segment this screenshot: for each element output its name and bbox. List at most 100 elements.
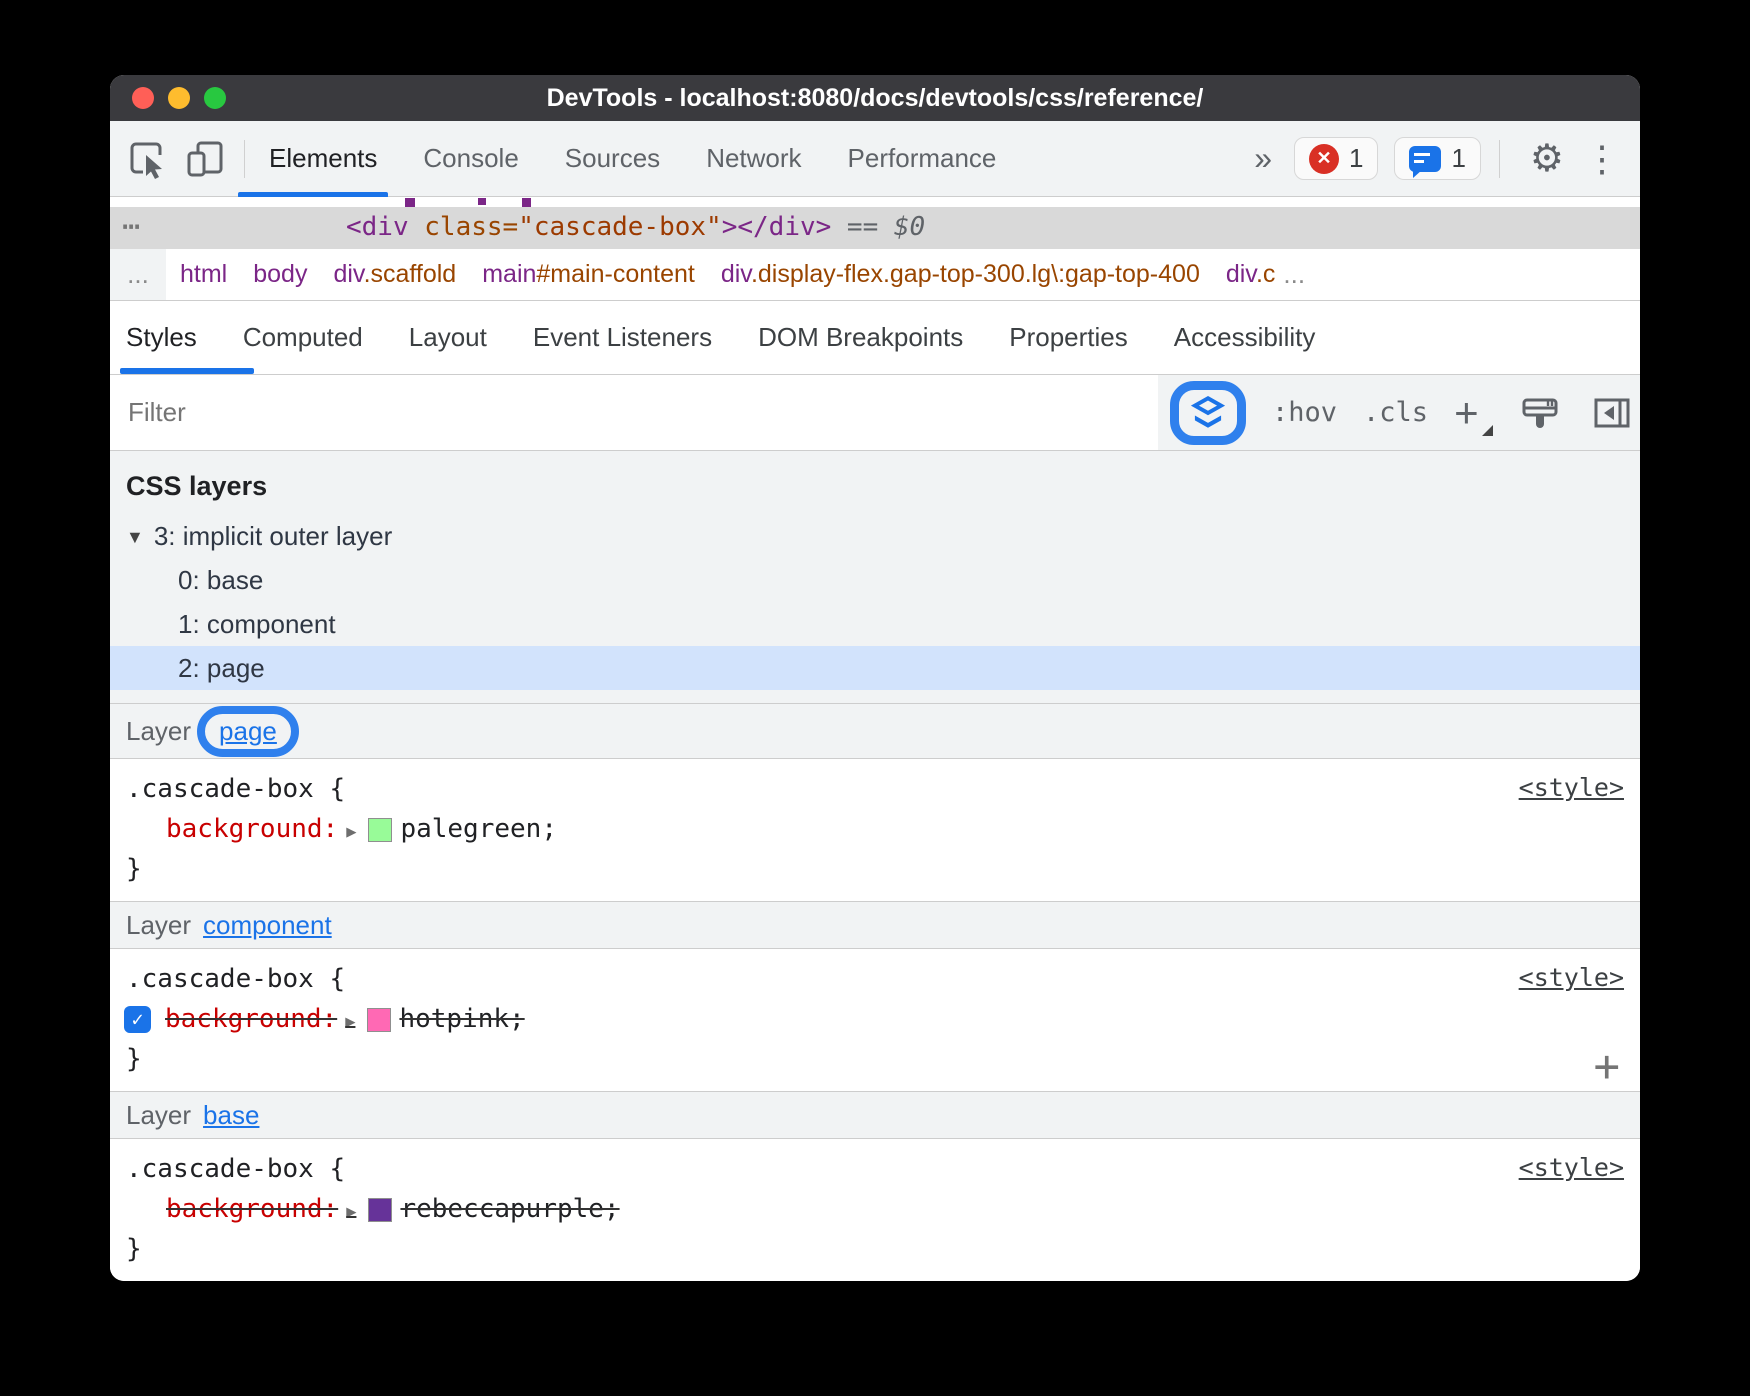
property-value[interactable]: palegreen;	[400, 814, 557, 844]
title-bar: DevTools - localhost:8080/docs/devtools/…	[110, 75, 1640, 121]
layer-page-link[interactable]: page	[219, 716, 277, 746]
layer-tree-root[interactable]: ▼3: implicit outer layer	[110, 514, 1640, 558]
breadcrumb-item-body[interactable]: body	[253, 260, 307, 289]
tab-console[interactable]: Console	[423, 143, 518, 174]
layer-component-link[interactable]: component	[203, 910, 332, 941]
tab-properties[interactable]: Properties	[1009, 322, 1128, 353]
filter-input[interactable]: Filter	[110, 375, 1158, 450]
layer-label: Layer	[126, 1100, 191, 1131]
tab-styles[interactable]: Styles	[126, 322, 197, 353]
style-source-link[interactable]: <style>	[1519, 963, 1624, 992]
close-window-button[interactable]	[132, 87, 154, 109]
rule-selector[interactable]: .cascade-box {	[126, 964, 345, 994]
insert-declaration-button[interactable]: +	[1594, 1045, 1621, 1089]
rule-layer-base: <style> .cascade-box { background: ▶ rebec…	[110, 1139, 1640, 1281]
rule-selector[interactable]: .cascade-box {	[126, 1154, 345, 1184]
breadcrumb-item-display-flex[interactable]: div.display-flex.gap-top-300.lg\:gap-top…	[721, 260, 1200, 289]
dom-row-ellipsis[interactable]: ⋯	[122, 209, 142, 244]
node-attr-value[interactable]: "cascade-box"	[518, 212, 722, 242]
property-value[interactable]: hotpink;	[399, 1004, 524, 1034]
breadcrumb-overflow-right[interactable]: ...	[1283, 259, 1305, 290]
property-name[interactable]: background:	[165, 1004, 337, 1034]
breadcrumb-item-html[interactable]: html	[180, 260, 227, 289]
minimize-window-button[interactable]	[168, 87, 190, 109]
tab-accessibility[interactable]: Accessibility	[1174, 322, 1316, 353]
issues-badge[interactable]: 1	[1394, 137, 1480, 180]
equals-sign: ==	[831, 212, 894, 242]
page-link-annotation-ring: page	[197, 706, 299, 757]
color-swatch-rebeccapurple[interactable]	[368, 1198, 392, 1222]
filter-bar-icons: :hov .cls +	[1170, 381, 1635, 445]
selected-node-code: <div class="cascade-box"></div> == $0	[346, 212, 925, 242]
color-swatch-palegreen[interactable]	[368, 818, 392, 842]
breadcrumb-overflow-left[interactable]: ...	[110, 249, 166, 300]
color-swatch-hotpink[interactable]	[367, 1008, 391, 1032]
tab-event-listeners[interactable]: Event Listeners	[533, 322, 712, 353]
element-classes-toggle[interactable]: .cls	[1363, 397, 1428, 428]
device-toolbar-icon[interactable]	[184, 138, 226, 180]
layer-base-link[interactable]: base	[203, 1100, 259, 1131]
expand-value-icon[interactable]: ▶	[345, 1012, 355, 1032]
new-style-rule-button[interactable]: +	[1454, 392, 1491, 434]
style-source-link[interactable]: <style>	[1519, 1153, 1624, 1182]
breadcrumb-item-scaffold[interactable]: div.scaffold	[333, 260, 456, 289]
css-layers-panel: CSS layers ▼3: implicit outer layer 0: b…	[110, 451, 1640, 703]
toggle-sidebar-icon[interactable]	[1589, 390, 1635, 436]
toolbar-divider	[1499, 140, 1500, 178]
style-source-link[interactable]: <style>	[1519, 773, 1624, 802]
tab-elements[interactable]: Elements	[269, 143, 377, 174]
rule-layer-page: <style> .cascade-box { background: ▶ paleg…	[110, 759, 1640, 901]
property-name[interactable]: background:	[166, 1194, 338, 1224]
layer-base-header: Layer base	[110, 1091, 1640, 1139]
node-attr-name[interactable]: class=	[409, 212, 519, 242]
layer-label: Layer	[126, 910, 191, 941]
tab-sources[interactable]: Sources	[565, 143, 660, 174]
rule-selector-line: .cascade-box {	[110, 769, 1640, 809]
layer-tree-item-component[interactable]: 1: component	[110, 602, 1640, 646]
inspect-element-icon[interactable]	[126, 138, 168, 180]
tab-network[interactable]: Network	[706, 143, 801, 174]
tab-computed[interactable]: Computed	[243, 322, 363, 353]
menu-kebab-icon[interactable]: ⋮	[1580, 141, 1624, 177]
clipped-text-fragment	[478, 198, 486, 205]
property-value[interactable]: rebeccapurple;	[400, 1194, 619, 1224]
devtools-window: DevTools - localhost:8080/docs/devtools/…	[110, 75, 1640, 1281]
expand-value-icon[interactable]: ▶	[346, 1202, 356, 1222]
tab-performance[interactable]: Performance	[848, 143, 997, 174]
declaration-checkbox[interactable]: ✓	[124, 1006, 151, 1033]
expand-value-icon[interactable]: ▶	[346, 822, 356, 842]
error-badge[interactable]: ✕ 1	[1294, 137, 1378, 180]
rule-selector-line: .cascade-box {	[110, 1149, 1640, 1189]
rule-selector[interactable]: .cascade-box {	[126, 774, 345, 804]
tab-layout[interactable]: Layout	[409, 322, 487, 353]
layers-button-annotation-ring	[1170, 381, 1246, 445]
css-layers-icon[interactable]	[1188, 395, 1228, 431]
error-icon: ✕	[1309, 144, 1339, 174]
settings-gear-icon[interactable]: ⚙	[1530, 140, 1564, 178]
rule-close-line: }	[110, 1039, 1640, 1079]
tab-dom-breakpoints[interactable]: DOM Breakpoints	[758, 322, 963, 353]
paint-brush-icon[interactable]	[1517, 390, 1563, 436]
zoom-window-button[interactable]	[204, 87, 226, 109]
window-title: DevTools - localhost:8080/docs/devtools/…	[547, 84, 1204, 113]
dom-tree-selected-row[interactable]: ⋯ <div class="cascade-box"></div> == $0	[110, 207, 1640, 249]
property-name[interactable]: background:	[166, 814, 338, 844]
node-open-tag[interactable]: <div	[346, 212, 409, 242]
pseudo-state-toggle[interactable]: :hov	[1272, 397, 1337, 428]
message-icon	[1409, 146, 1441, 172]
rule-close-line: }	[110, 849, 1640, 889]
node-gt: >	[722, 212, 738, 242]
rule-layer-component: <style> .cascade-box { ✓ background: ▶ hot…	[110, 949, 1640, 1091]
rule-selector-line: .cascade-box {	[110, 959, 1640, 999]
tree-expanded-icon[interactable]: ▼	[126, 515, 144, 559]
more-tabs-icon[interactable]: »	[1254, 140, 1272, 177]
console-var-ref: $0	[894, 212, 925, 242]
layer-tree-item-page[interactable]: 2: page	[110, 646, 1640, 690]
layer-tree-item-base[interactable]: 0: base	[110, 558, 1640, 602]
layer-component-header: Layer component	[110, 901, 1640, 949]
message-count: 1	[1451, 143, 1465, 174]
error-count: 1	[1349, 143, 1363, 174]
breadcrumb-item-truncated[interactable]: div.c	[1226, 260, 1276, 289]
breadcrumb-item-main-content[interactable]: main#main-content	[482, 260, 695, 289]
clipped-text-fragment	[405, 198, 415, 207]
